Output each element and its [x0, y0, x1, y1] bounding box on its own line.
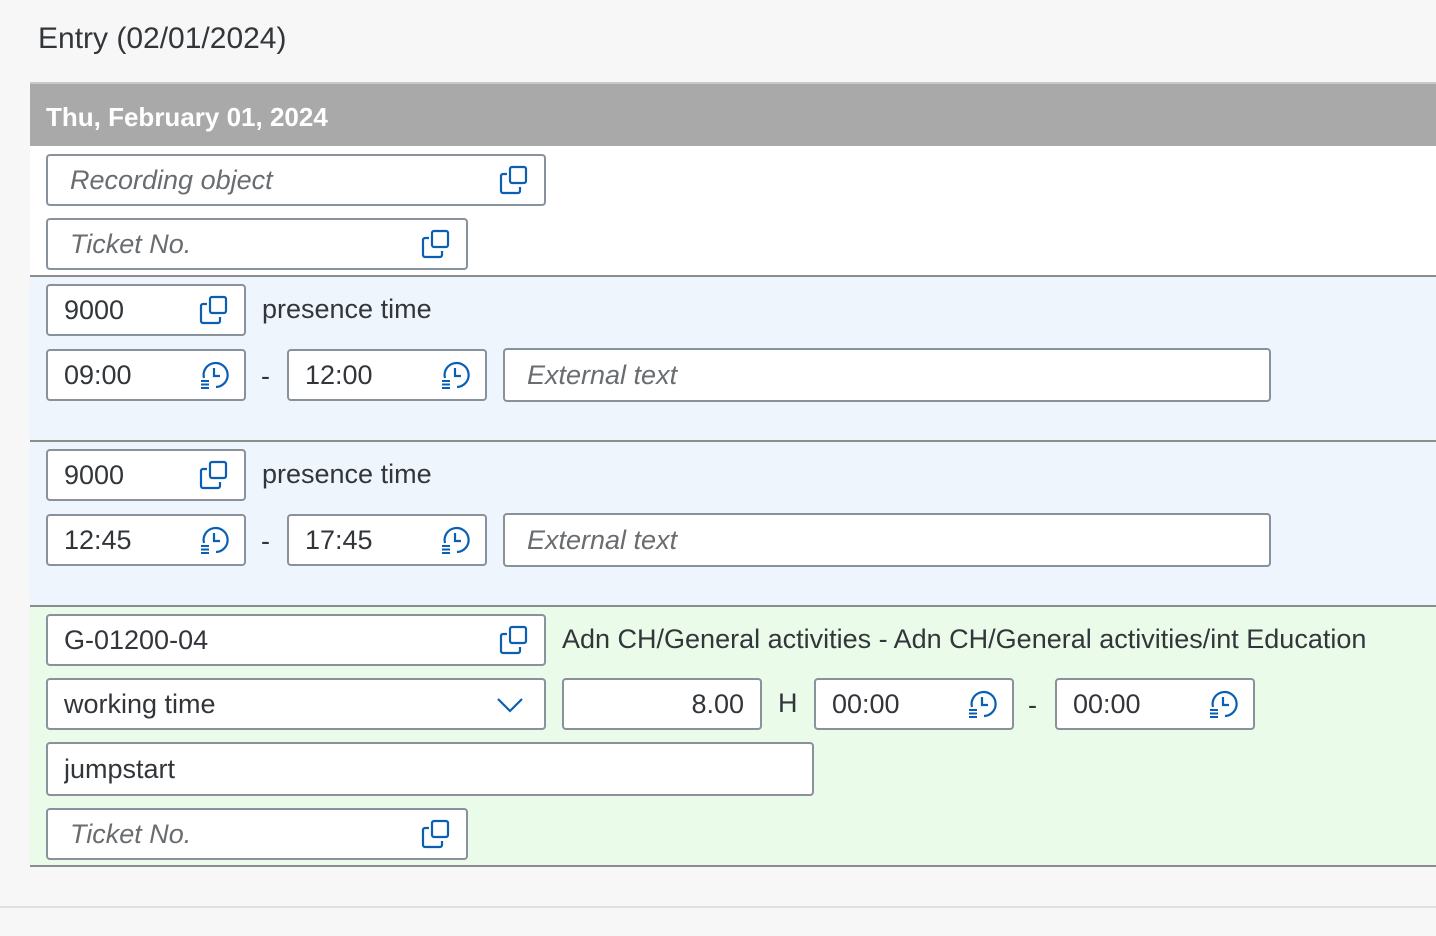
attendance-code-value: 9000 — [64, 459, 125, 490]
ticket-number-field[interactable]: Ticket No. — [46, 218, 468, 270]
day-header: Thu, February 01, 2024 — [30, 82, 1436, 146]
wbs-element-field[interactable]: G-01200-04 — [46, 614, 546, 666]
external-text-placeholder: External text — [527, 359, 678, 390]
hours-field[interactable]: 8.00 — [562, 678, 762, 730]
clock-icon[interactable] — [439, 524, 471, 556]
value-help-icon[interactable] — [420, 818, 452, 850]
attendance-code-field[interactable]: 9000 — [46, 284, 246, 336]
start-time-field[interactable]: 12:45 — [46, 514, 246, 566]
footer-divider — [0, 906, 1436, 908]
clock-icon[interactable] — [439, 359, 471, 391]
attendance-description: presence time — [262, 459, 432, 489]
attendance-code-value: 9000 — [64, 294, 125, 325]
start-time-value: 09:00 — [64, 359, 132, 390]
start-time-field[interactable]: 00:00 — [814, 678, 1014, 730]
value-help-icon[interactable] — [498, 624, 530, 656]
end-time-value: 12:00 — [305, 359, 373, 390]
attendance-code-field[interactable]: 9000 — [46, 449, 246, 501]
wbs-element-value: G-01200-04 — [64, 624, 209, 655]
clock-icon[interactable] — [198, 359, 230, 391]
entry-text-value: jumpstart — [64, 753, 176, 784]
recording-object-placeholder: Recording object — [70, 164, 273, 195]
time-type-value: working time — [64, 688, 216, 719]
attendance-description: presence time — [262, 294, 432, 324]
wbs-element-description: Adn CH/General activities - Adn CH/Gener… — [562, 624, 1367, 654]
external-text-placeholder: External text — [527, 524, 678, 555]
end-time-field[interactable]: 17:45 — [287, 514, 487, 566]
ticket-number-field[interactable]: Ticket No. — [46, 808, 468, 860]
value-help-icon[interactable] — [198, 294, 230, 326]
end-time-value: 00:00 — [1073, 688, 1141, 719]
end-time-field[interactable]: 12:00 — [287, 349, 487, 401]
entry-text-field[interactable]: jumpstart — [46, 742, 814, 796]
time-separator: - — [261, 361, 270, 391]
time-separator: - — [261, 526, 270, 556]
ticket-number-placeholder: Ticket No. — [70, 818, 192, 849]
clock-icon[interactable] — [1207, 688, 1239, 720]
day-header-label: Thu, February 01, 2024 — [46, 102, 328, 132]
hours-unit: H — [778, 688, 798, 718]
ticket-number-placeholder: Ticket No. — [70, 228, 192, 259]
clock-icon[interactable] — [966, 688, 998, 720]
clock-icon[interactable] — [198, 524, 230, 556]
chevron-down-icon[interactable] — [494, 688, 526, 720]
start-time-value: 00:00 — [832, 688, 900, 719]
end-time-field[interactable]: 00:00 — [1055, 678, 1255, 730]
time-separator: - — [1028, 690, 1037, 720]
hours-value: 8.00 — [691, 688, 744, 719]
value-help-icon[interactable] — [420, 228, 452, 260]
external-text-field[interactable]: External text — [503, 348, 1271, 402]
end-time-value: 17:45 — [305, 524, 373, 555]
external-text-field[interactable]: External text — [503, 513, 1271, 567]
start-time-value: 12:45 — [64, 524, 132, 555]
value-help-icon[interactable] — [498, 164, 530, 196]
recording-object-field[interactable]: Recording object — [46, 154, 546, 206]
value-help-icon[interactable] — [198, 459, 230, 491]
page-title: Entry (02/01/2024) — [38, 22, 287, 55]
time-type-select[interactable]: working time — [46, 678, 546, 730]
start-time-field[interactable]: 09:00 — [46, 349, 246, 401]
